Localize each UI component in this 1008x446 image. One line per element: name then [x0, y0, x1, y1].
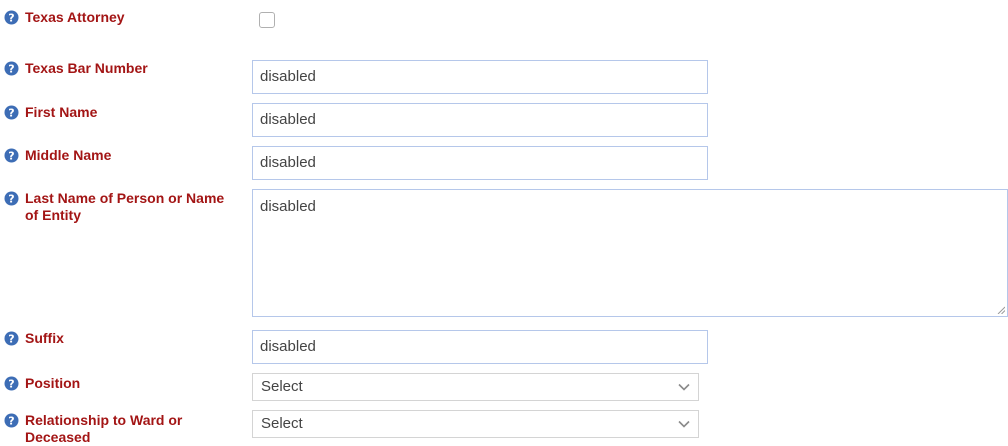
texas-bar-number-label: Texas Bar Number — [25, 60, 148, 76]
position-select[interactable]: Select — [252, 373, 699, 401]
help-icon[interactable]: ? — [4, 191, 19, 206]
suffix-input[interactable]: disabled — [252, 330, 708, 364]
relationship-selected-value: Select — [261, 415, 303, 432]
svg-text:?: ? — [8, 107, 14, 120]
first-name-label-wrap: ? First Name — [4, 104, 249, 121]
first-name-label: First Name — [25, 104, 98, 120]
help-icon[interactable]: ? — [4, 61, 19, 76]
svg-text:?: ? — [8, 415, 14, 428]
texas-bar-number-input[interactable]: disabled — [252, 60, 708, 94]
last-name-value: disabled — [260, 198, 316, 215]
help-icon[interactable]: ? — [4, 10, 19, 25]
chevron-down-icon — [678, 383, 690, 391]
position-label-wrap: ? Position — [4, 375, 249, 392]
texas-attorney-checkbox[interactable] — [259, 12, 275, 28]
relationship-label-wrap: ? Relationship to Ward or Deceased — [4, 412, 239, 446]
relationship-label: Relationship to Ward or Deceased — [25, 412, 183, 445]
relationship-select[interactable]: Select — [252, 410, 699, 438]
svg-text:?: ? — [8, 333, 14, 346]
middle-name-label-wrap: ? Middle Name — [4, 147, 249, 164]
middle-name-input[interactable]: disabled — [252, 146, 708, 180]
help-icon[interactable]: ? — [4, 331, 19, 346]
svg-text:?: ? — [8, 378, 14, 391]
svg-text:?: ? — [8, 150, 14, 163]
help-icon[interactable]: ? — [4, 413, 19, 428]
svg-text:?: ? — [8, 12, 14, 25]
help-icon[interactable]: ? — [4, 148, 19, 163]
svg-text:?: ? — [8, 193, 14, 206]
suffix-label: Suffix — [25, 330, 64, 346]
last-name-textarea[interactable]: disabled — [252, 189, 1008, 317]
texas-bar-number-label-wrap: ? Texas Bar Number — [4, 60, 249, 77]
position-selected-value: Select — [261, 378, 303, 395]
chevron-down-icon — [678, 420, 690, 428]
position-label: Position — [25, 375, 81, 391]
last-name-label: Last Name of Person or Name of Entity — [25, 190, 225, 223]
suffix-label-wrap: ? Suffix — [4, 330, 249, 347]
help-icon[interactable]: ? — [4, 105, 19, 120]
svg-text:?: ? — [8, 63, 14, 76]
texas-attorney-label-wrap: ? Texas Attorney — [4, 9, 249, 26]
first-name-input[interactable]: disabled — [252, 103, 708, 137]
help-icon[interactable]: ? — [4, 376, 19, 391]
resize-grip-icon[interactable] — [997, 306, 1005, 314]
texas-attorney-label: Texas Attorney — [25, 9, 125, 25]
last-name-label-wrap: ? Last Name of Person or Name of Entity — [4, 190, 239, 224]
middle-name-label: Middle Name — [25, 147, 112, 163]
